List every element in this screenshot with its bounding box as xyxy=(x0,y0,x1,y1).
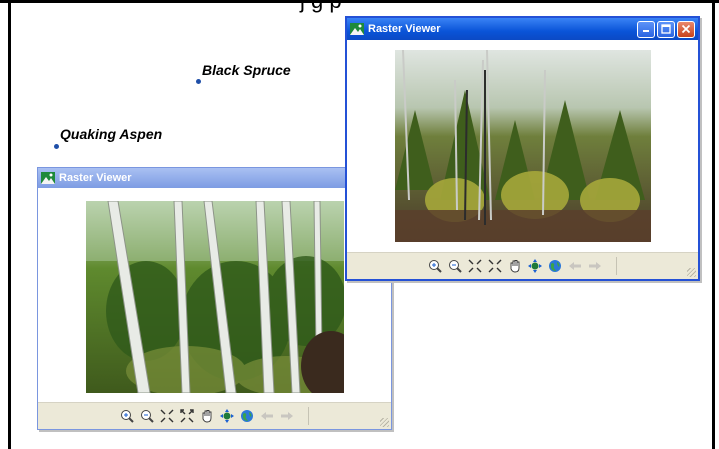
clipped-heading-text: j g p xyxy=(300,0,342,13)
spruce-viewer-toolbar xyxy=(347,252,698,279)
full-extent-icon[interactable] xyxy=(528,259,542,273)
maximize-button[interactable] xyxy=(657,20,675,38)
quaking-aspen-point[interactable] xyxy=(54,144,59,149)
toolbar-separator xyxy=(616,257,617,275)
canvas-right-border xyxy=(712,0,715,449)
fixed-zoom-out-icon[interactable] xyxy=(180,409,194,423)
minimize-button[interactable] xyxy=(637,20,655,38)
aspen-photo xyxy=(86,201,344,393)
canvas-left-border xyxy=(8,0,11,449)
raster-image-icon xyxy=(41,172,55,184)
aspen-viewer-toolbar xyxy=(38,402,391,429)
back-arrow-icon[interactable] xyxy=(260,409,274,423)
zoom-out-icon[interactable] xyxy=(448,259,462,273)
pan-icon[interactable] xyxy=(508,259,522,273)
forward-arrow-icon[interactable] xyxy=(280,409,294,423)
forward-arrow-icon[interactable] xyxy=(588,259,602,273)
window-title: Raster Viewer xyxy=(368,23,441,35)
spruce-photo xyxy=(395,50,651,242)
fixed-zoom-in-icon[interactable] xyxy=(160,409,174,423)
window-title: Raster Viewer xyxy=(59,172,132,184)
quaking-aspen-label: Quaking Aspen xyxy=(60,126,163,142)
full-extent-icon[interactable] xyxy=(220,409,234,423)
canvas-top-border xyxy=(0,0,719,3)
fixed-zoom-in-icon[interactable] xyxy=(468,259,482,273)
fixed-zoom-out-icon[interactable] xyxy=(488,259,502,273)
toolbar-separator xyxy=(308,407,309,425)
globe-icon[interactable] xyxy=(240,409,254,423)
back-arrow-icon[interactable] xyxy=(568,259,582,273)
zoom-in-icon[interactable] xyxy=(428,259,442,273)
raster-image-icon xyxy=(350,23,364,35)
close-button[interactable] xyxy=(677,20,695,38)
globe-icon[interactable] xyxy=(548,259,562,273)
aspen-viewer-titlebar[interactable]: Raster Viewer xyxy=(38,168,391,188)
zoom-out-icon[interactable] xyxy=(140,409,154,423)
spruce-viewer-titlebar[interactable]: Raster Viewer xyxy=(347,18,698,40)
pan-icon[interactable] xyxy=(200,409,214,423)
zoom-in-icon[interactable] xyxy=(120,409,134,423)
resize-grip[interactable] xyxy=(687,268,696,277)
spruce-raster-viewer-window[interactable]: Raster Viewer xyxy=(345,16,700,281)
resize-grip[interactable] xyxy=(380,418,389,427)
black-spruce-label: Black Spruce xyxy=(202,62,291,78)
black-spruce-point[interactable] xyxy=(196,79,201,84)
aspen-raster-viewer-window[interactable]: Raster Viewer xyxy=(37,167,392,430)
